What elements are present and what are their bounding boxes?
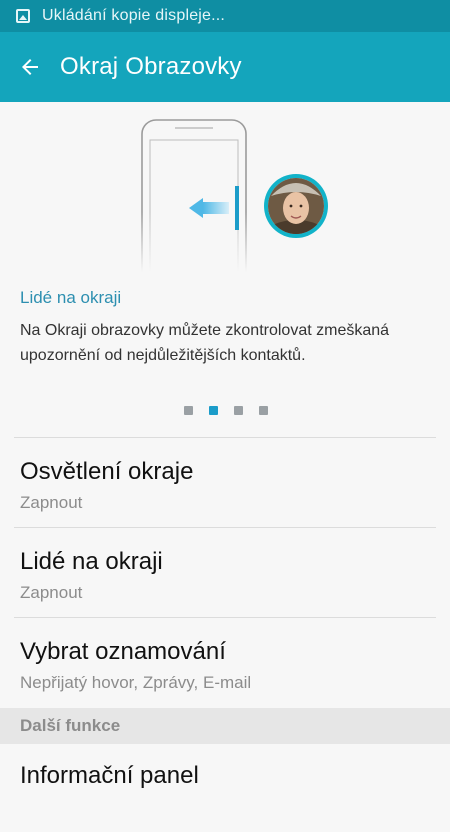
intro-description: Na Okraji obrazovky můžete zkontrolovat … [20, 322, 390, 364]
back-button[interactable] [0, 32, 60, 102]
page-dot[interactable] [234, 406, 243, 415]
page-dot[interactable] [184, 406, 193, 415]
divider [14, 617, 436, 618]
setting-title: Lidé na okraji [20, 548, 163, 575]
setting-title: Osvětlení okraje [20, 458, 194, 485]
category-header: Další funkce [0, 708, 450, 744]
setting-subtitle: Zapnout [20, 583, 83, 602]
setting-edge-lighting[interactable]: Osvětlení okraje Zapnout [0, 440, 450, 528]
intro-title: Lidé na okraji [20, 288, 122, 307]
setting-title: Vybrat oznamování [20, 638, 226, 665]
page-title: Okraj Obrazovky [60, 53, 242, 80]
setting-title: Informační panel [20, 762, 199, 789]
setting-people-edge[interactable]: Lidé na okraji Zapnout [0, 530, 450, 618]
category-label: Další funkce [20, 716, 121, 735]
status-notification-text: Ukládání kopie displeje... [42, 7, 226, 24]
setting-info-panel[interactable]: Informační panel [0, 744, 450, 832]
phone-outline [0, 119, 450, 291]
edge-handle [235, 186, 239, 230]
page-dot[interactable] [259, 406, 268, 415]
image-icon [16, 9, 30, 23]
page-indicator [0, 404, 450, 418]
setting-subtitle: Nepřijatý hovor, Zprávy, E-mail [20, 673, 252, 692]
app-bar: Okraj Obrazovky [0, 32, 450, 102]
setting-subtitle: Zapnout [20, 493, 83, 512]
divider [14, 527, 436, 528]
edge-illustration [0, 102, 450, 291]
status-bar: Ukládání kopie displeje... [0, 0, 450, 32]
setting-select-notifications[interactable]: Vybrat oznamování Nepřijatý hovor, Zpráv… [0, 620, 450, 708]
divider [14, 437, 436, 438]
arrow-left-icon [22, 59, 38, 75]
page-dot-active[interactable] [209, 406, 218, 415]
